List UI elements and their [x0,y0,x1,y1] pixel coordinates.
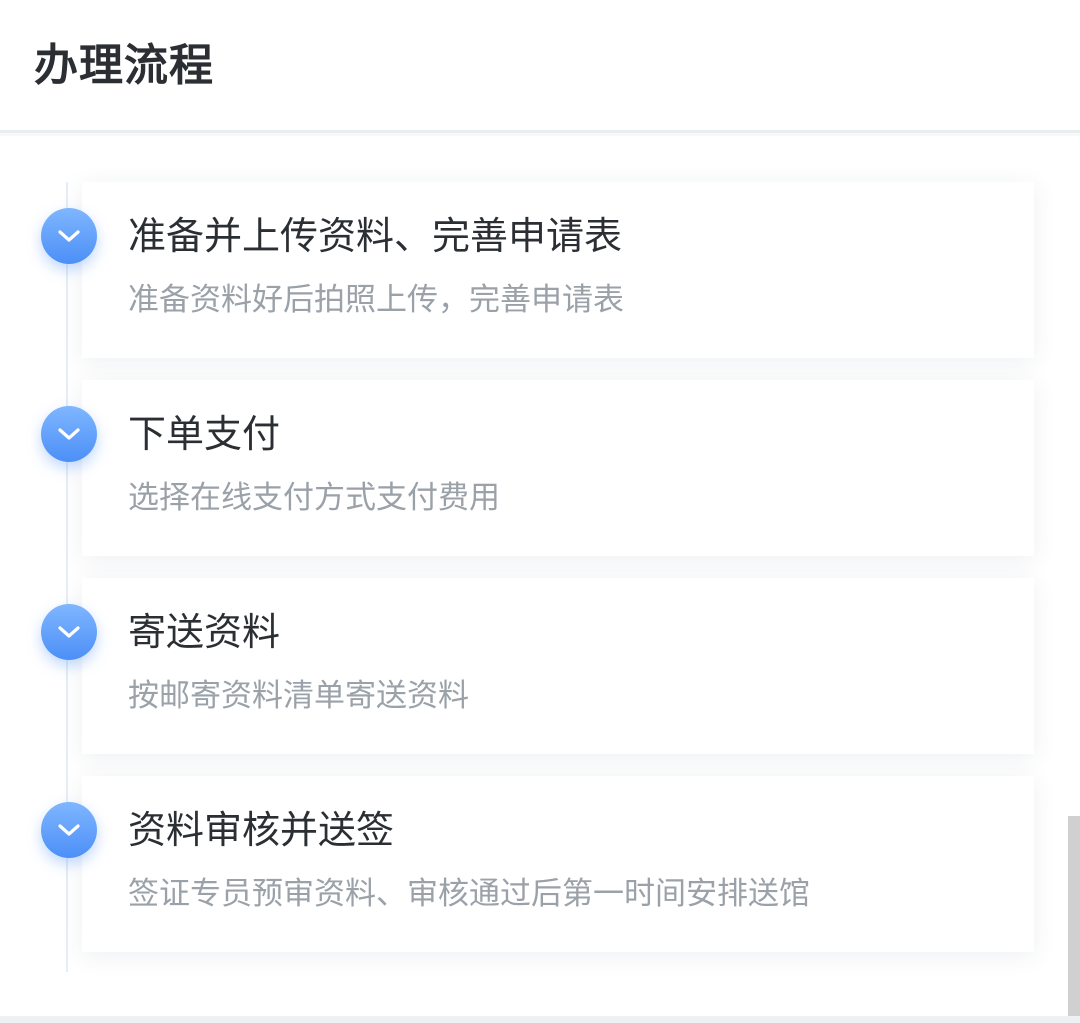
step-title: 资料审核并送签 [128,808,395,852]
step-description: 准备资料好后拍照上传，完善申请表 [128,282,624,318]
step-title: 下单支付 [128,412,281,456]
chevron-down-icon[interactable] [41,802,97,858]
step-card-3[interactable]: 寄送资料 按邮寄资料清单寄送资料 [82,578,1034,754]
step-title: 准备并上传资料、完善申请表 [128,214,623,258]
page-title: 办理流程 [34,40,214,91]
chevron-down-icon[interactable] [41,208,97,264]
step-card-1[interactable]: 准备并上传资料、完善申请表 准备资料好后拍照上传，完善申请表 [82,182,1034,358]
step-card-2[interactable]: 下单支付 选择在线支付方式支付费用 [82,380,1034,556]
chevron-down-icon[interactable] [41,406,97,462]
step-description: 签证专员预审资料、审核通过后第一时间安排送馆 [128,876,810,912]
section-divider [0,1016,1080,1023]
chevron-down-icon[interactable] [41,604,97,660]
step-title: 寄送资料 [128,610,281,654]
page-header: 办理流程 [0,0,1080,133]
step-description: 按邮寄资料清单寄送资料 [128,678,469,714]
scrollbar[interactable] [1068,816,1080,1016]
step-card-4[interactable]: 资料审核并送签 签证专员预审资料、审核通过后第一时间安排送馆 [82,776,1034,952]
step-description: 选择在线支付方式支付费用 [128,480,500,516]
